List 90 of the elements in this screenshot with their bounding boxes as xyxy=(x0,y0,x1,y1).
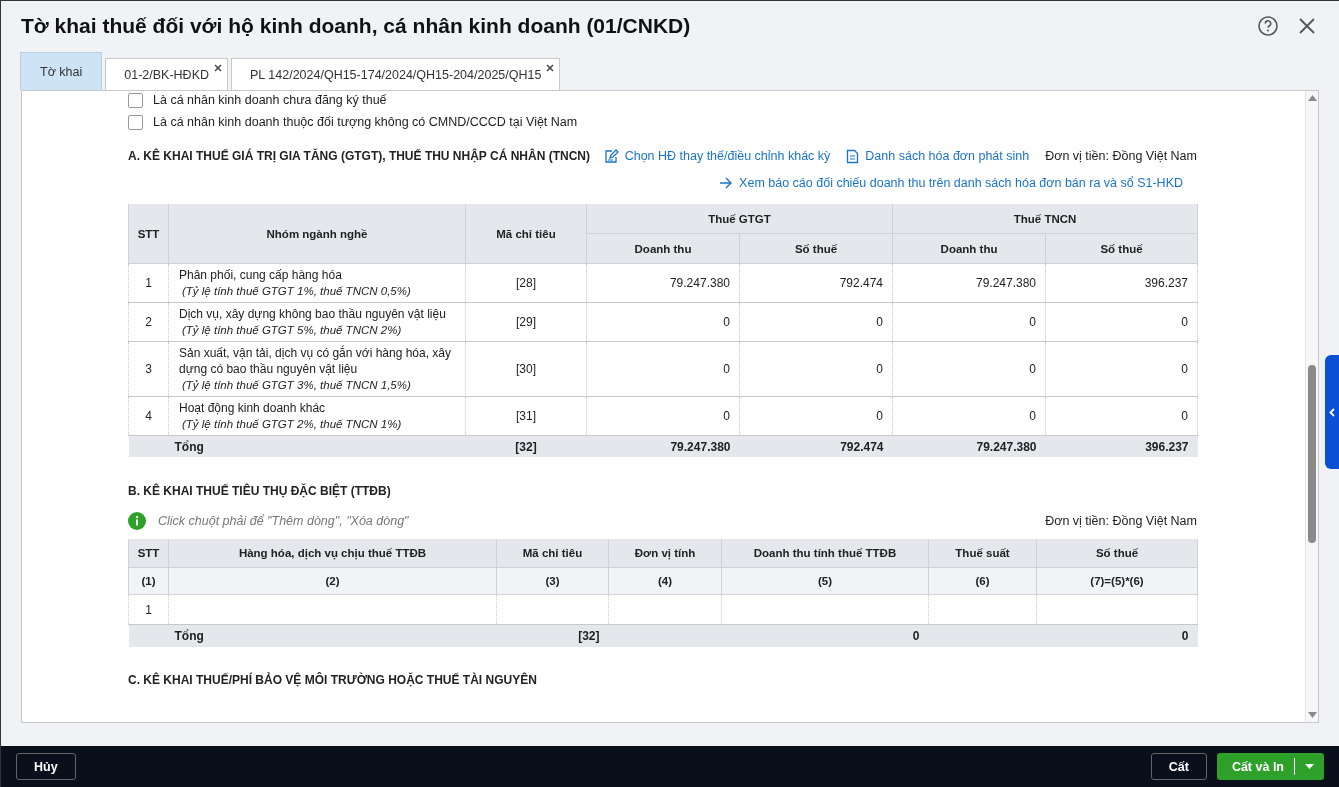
help-icon[interactable] xyxy=(1257,15,1279,37)
table-cell: 0 xyxy=(739,302,893,342)
table-cell: [29] xyxy=(465,302,587,342)
table-cell: 0 xyxy=(1045,341,1198,397)
column-header: Nhóm ngành nghề xyxy=(168,204,466,264)
close-icon[interactable] xyxy=(546,64,555,72)
window-title: Tờ khai thuế đối với hộ kinh doanh, cá nhân kinh doanh (01/CNKD) xyxy=(21,14,691,38)
side-panel-tab[interactable] xyxy=(1325,355,1339,469)
table-cell: 0 xyxy=(739,341,893,397)
checkbox[interactable] xyxy=(128,114,143,130)
save-button[interactable]: Cất xyxy=(1150,753,1207,780)
column-header: STT xyxy=(128,539,169,568)
section-heading: A. KÊ KHAI THUẾ GIÁ TRỊ GIA TĂNG (GTGT), THUẾ THU NHẬP CÁ NHÂN (TNCN) xyxy=(128,149,590,163)
edit-icon xyxy=(603,148,619,164)
column-header: (7)=(5)*(6) xyxy=(1036,567,1198,595)
scrollbar[interactable] xyxy=(1305,91,1318,722)
cancel-button[interactable]: Hủy xyxy=(16,753,76,780)
table-cell: 396.237 xyxy=(1045,263,1198,303)
table-cell: 0 xyxy=(1045,396,1198,436)
tab[interactable]: 01-2/BK-HĐKD xyxy=(105,58,228,90)
checkbox-label: Là cá nhân kinh doanh thuộc đối tượng không có CMND/CCCD tại Việt Nam xyxy=(153,115,578,129)
link[interactable]: Chọn HĐ thay thế/điều chỉnh khác kỳ xyxy=(603,148,831,164)
table-cell: 0 xyxy=(721,624,929,647)
checkbox-label: Là cá nhân kinh doanh chưa đăng ký thuế xyxy=(153,93,387,107)
table-cell: 0 xyxy=(586,341,740,397)
column-header: Doanh thu tính thuế TTĐB xyxy=(721,539,929,568)
column-header: (2) xyxy=(168,567,497,595)
column-header: STT xyxy=(128,204,169,264)
table-cell: Sản xuất, vận tải, dịch vụ có gắn với hàng hóa, xây dựng có bao thầu nguyên vật liệu (Tỷ lệ tính thuế GTGT 3%, thuế TNCN 1,5%) xyxy=(168,341,466,397)
table-cell: [28] xyxy=(465,263,587,303)
column-header: Số thuế xyxy=(1036,539,1198,568)
table-cell: 0 xyxy=(892,302,1046,342)
document-icon xyxy=(846,148,860,164)
column-header: (1) xyxy=(128,567,169,595)
column-header: Doanh thu xyxy=(892,233,1046,264)
column-header: Mã chỉ tiêu xyxy=(465,204,587,264)
column-header: (6) xyxy=(928,567,1037,595)
scroll-thumb[interactable] xyxy=(1308,365,1316,543)
column-header: (5) xyxy=(721,567,929,595)
column-header: (4) xyxy=(608,567,722,595)
column-header: Doanh thu xyxy=(586,233,740,264)
tab[interactable]: Tờ khai xyxy=(20,52,103,90)
column-header: Thuế GTGT xyxy=(586,204,893,234)
column-header: Mã chỉ tiêu xyxy=(496,539,609,568)
table-cell: 3 xyxy=(128,341,169,397)
checkbox[interactable] xyxy=(128,92,143,108)
table-cell: 1 xyxy=(128,263,169,303)
tab[interactable]: PL 142/2024/QH15-174/2024/QH15-204/2025/QH15 xyxy=(231,58,561,90)
table-cell: 0 xyxy=(892,396,1046,436)
hint-text: Click chuột phải để "Thêm dòng", "Xóa dòng" xyxy=(158,514,409,528)
table-cell: 4 xyxy=(128,396,169,436)
close-icon[interactable] xyxy=(214,64,222,72)
currency-label: Đơn vị tiền: Đồng Việt Nam xyxy=(1045,149,1197,163)
table-cell: Tổng xyxy=(168,435,466,457)
link[interactable]: Danh sách hóa đơn phát sinh xyxy=(846,148,1030,164)
table-cell: Phân phối, cung cấp hàng hóa (Tỷ lệ tính thuế GTGT 1%, thuế TNCN 0,5%) xyxy=(168,263,466,303)
table-cell: 0 xyxy=(586,302,740,342)
info-icon xyxy=(128,512,146,530)
section-heading: C. KÊ KHAI THUẾ/PHÍ BẢO VỆ MÔI TRƯỜNG HOẶC THUẾ TÀI NGUYÊN xyxy=(128,671,538,689)
table-cell: 79.247.380 xyxy=(892,263,1046,303)
table-cell: 2 xyxy=(128,302,169,342)
scroll-down-icon[interactable] xyxy=(1307,712,1317,718)
scroll-up-icon[interactable] xyxy=(1307,95,1317,101)
table-cell: [30] xyxy=(465,341,587,397)
column-header: (3) xyxy=(496,567,609,595)
table-cell: Dịch vụ, xây dựng không bao thầu nguyên vật liệu (Tỷ lệ tính thuế GTGT 5%, thuế TNCN 2%) xyxy=(168,302,466,342)
arrow-icon xyxy=(719,177,734,189)
table-cell: 792.474 xyxy=(739,263,893,303)
report-link[interactable]: Xem báo cáo đối chiếu doanh thu trên danh sách hóa đơn bán ra và sổ S1-HKD xyxy=(719,176,1183,190)
table-cell: 0 xyxy=(1045,302,1198,342)
chevron-left-icon xyxy=(1329,407,1335,417)
column-header: Số thuế xyxy=(739,233,893,264)
table-cell: [31] xyxy=(465,396,587,436)
table-cell: 0 xyxy=(1036,624,1198,647)
column-header: Thuế TNCN xyxy=(892,204,1198,234)
section-heading: B. KÊ KHAI THUẾ TIÊU THỤ ĐẶC BIỆT (TTĐB) xyxy=(128,482,392,500)
caret-icon[interactable] xyxy=(1305,764,1314,769)
table-cell: 0 xyxy=(586,396,740,436)
close-icon[interactable] xyxy=(1297,16,1317,36)
table-cell: 1 xyxy=(128,594,169,625)
column-header: Đơn vị tính xyxy=(608,539,722,568)
column-header: Thuế suất xyxy=(928,539,1037,568)
table-cell: 79.247.380 xyxy=(586,263,740,303)
column-header: Số thuế xyxy=(1045,233,1198,264)
table-cell: Tổng xyxy=(168,624,497,647)
table-cell: Hoạt động kinh doanh khác (Tỷ lệ tính thuế GTGT 2%, thuế TNCN 1%) xyxy=(168,396,466,436)
currency-label: Đơn vị tiền: Đồng Việt Nam xyxy=(1045,514,1197,528)
table-cell: 0 xyxy=(892,341,1046,397)
table-cell: 0 xyxy=(739,396,893,436)
column-header: Hàng hóa, dịch vụ chịu thuế TTĐB xyxy=(168,539,497,568)
